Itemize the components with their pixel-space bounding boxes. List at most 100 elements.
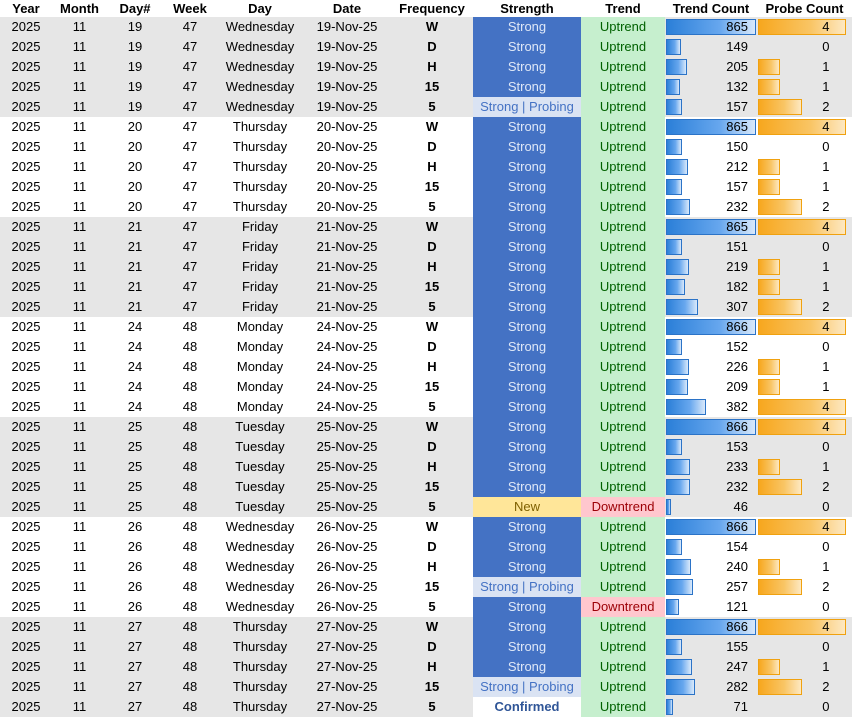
cell-trend-count[interactable]: 46 [665, 497, 757, 517]
cell-probe-count[interactable]: 2 [757, 577, 852, 597]
cell-trend[interactable]: Uptrend [581, 397, 665, 417]
cell-year[interactable]: 2025 [0, 277, 52, 297]
cell-month[interactable]: 11 [52, 457, 107, 477]
cell-probe-count[interactable]: 0 [757, 437, 852, 457]
cell-frequency[interactable]: W [391, 417, 473, 437]
cell-year[interactable]: 2025 [0, 617, 52, 637]
cell-trend[interactable]: Uptrend [581, 257, 665, 277]
cell-day-number[interactable]: 21 [107, 257, 163, 277]
cell-probe-count[interactable]: 2 [757, 477, 852, 497]
cell-day[interactable]: Thursday [217, 677, 303, 697]
cell-year[interactable]: 2025 [0, 17, 52, 37]
cell-week[interactable]: 48 [163, 577, 217, 597]
cell-date[interactable]: 25-Nov-25 [303, 477, 391, 497]
cell-trend-count[interactable]: 152 [665, 337, 757, 357]
cell-year[interactable]: 2025 [0, 497, 52, 517]
header-day-number[interactable]: Day# [107, 0, 163, 17]
cell-day[interactable]: Thursday [217, 657, 303, 677]
cell-date[interactable]: 20-Nov-25 [303, 157, 391, 177]
cell-strength[interactable]: Strong [473, 517, 581, 537]
cell-strength[interactable]: Strong [473, 157, 581, 177]
cell-strength[interactable]: Strong [473, 137, 581, 157]
cell-frequency[interactable]: 15 [391, 277, 473, 297]
cell-date[interactable]: 25-Nov-25 [303, 417, 391, 437]
cell-frequency[interactable]: 15 [391, 177, 473, 197]
cell-day-number[interactable]: 20 [107, 117, 163, 137]
cell-probe-count[interactable]: 0 [757, 337, 852, 357]
header-trend[interactable]: Trend [581, 0, 665, 17]
cell-week[interactable]: 48 [163, 597, 217, 617]
cell-strength[interactable]: Strong [473, 197, 581, 217]
cell-frequency[interactable]: D [391, 337, 473, 357]
cell-year[interactable]: 2025 [0, 57, 52, 77]
cell-week[interactable]: 48 [163, 537, 217, 557]
cell-day[interactable]: Wednesday [217, 97, 303, 117]
cell-day-number[interactable]: 26 [107, 537, 163, 557]
cell-trend-count[interactable]: 257 [665, 577, 757, 597]
cell-frequency[interactable]: H [391, 357, 473, 377]
cell-week[interactable]: 48 [163, 657, 217, 677]
cell-trend[interactable]: Uptrend [581, 277, 665, 297]
cell-trend[interactable]: Uptrend [581, 237, 665, 257]
cell-date[interactable]: 24-Nov-25 [303, 317, 391, 337]
cell-day-number[interactable]: 21 [107, 277, 163, 297]
cell-probe-count[interactable]: 1 [757, 357, 852, 377]
cell-year[interactable]: 2025 [0, 297, 52, 317]
cell-probe-count[interactable]: 2 [757, 197, 852, 217]
cell-frequency[interactable]: W [391, 317, 473, 337]
cell-probe-count[interactable]: 0 [757, 237, 852, 257]
cell-day-number[interactable]: 25 [107, 457, 163, 477]
cell-date[interactable]: 20-Nov-25 [303, 197, 391, 217]
cell-date[interactable]: 27-Nov-25 [303, 637, 391, 657]
cell-trend[interactable]: Uptrend [581, 517, 665, 537]
cell-date[interactable]: 24-Nov-25 [303, 337, 391, 357]
cell-strength[interactable]: Strong [473, 177, 581, 197]
cell-day-number[interactable]: 20 [107, 197, 163, 217]
cell-week[interactable]: 48 [163, 497, 217, 517]
cell-trend[interactable]: Uptrend [581, 417, 665, 437]
cell-week[interactable]: 47 [163, 297, 217, 317]
cell-day-number[interactable]: 27 [107, 637, 163, 657]
cell-trend[interactable]: Uptrend [581, 557, 665, 577]
cell-frequency[interactable]: W [391, 517, 473, 537]
cell-month[interactable]: 11 [52, 657, 107, 677]
cell-day[interactable]: Thursday [217, 157, 303, 177]
cell-trend[interactable]: Uptrend [581, 537, 665, 557]
cell-day-number[interactable]: 26 [107, 557, 163, 577]
cell-date[interactable]: 20-Nov-25 [303, 177, 391, 197]
cell-week[interactable]: 47 [163, 17, 217, 37]
cell-month[interactable]: 11 [52, 77, 107, 97]
cell-strength[interactable]: Strong [473, 457, 581, 477]
cell-day[interactable]: Friday [217, 297, 303, 317]
cell-strength[interactable]: Strong | Probing [473, 677, 581, 697]
cell-probe-count[interactable]: 2 [757, 297, 852, 317]
cell-trend-count[interactable]: 865 [665, 117, 757, 137]
cell-strength[interactable]: Strong [473, 57, 581, 77]
cell-frequency[interactable]: 15 [391, 577, 473, 597]
cell-probe-count[interactable]: 4 [757, 217, 852, 237]
cell-day[interactable]: Wednesday [217, 537, 303, 557]
cell-date[interactable]: 21-Nov-25 [303, 277, 391, 297]
cell-day-number[interactable]: 25 [107, 437, 163, 457]
cell-probe-count[interactable]: 2 [757, 677, 852, 697]
cell-probe-count[interactable]: 1 [757, 457, 852, 477]
cell-year[interactable]: 2025 [0, 697, 52, 717]
cell-day[interactable]: Wednesday [217, 557, 303, 577]
cell-trend[interactable]: Uptrend [581, 637, 665, 657]
cell-day-number[interactable]: 19 [107, 17, 163, 37]
cell-probe-count[interactable]: 1 [757, 77, 852, 97]
cell-week[interactable]: 47 [163, 177, 217, 197]
cell-trend-count[interactable]: 233 [665, 457, 757, 477]
cell-trend-count[interactable]: 121 [665, 597, 757, 617]
cell-trend[interactable]: Uptrend [581, 157, 665, 177]
header-date[interactable]: Date [303, 0, 391, 17]
cell-year[interactable]: 2025 [0, 657, 52, 677]
cell-year[interactable]: 2025 [0, 117, 52, 137]
cell-frequency[interactable]: D [391, 137, 473, 157]
cell-trend[interactable]: Uptrend [581, 617, 665, 637]
cell-day[interactable]: Thursday [217, 177, 303, 197]
cell-week[interactable]: 47 [163, 57, 217, 77]
cell-week[interactable]: 48 [163, 357, 217, 377]
cell-day-number[interactable]: 19 [107, 37, 163, 57]
cell-date[interactable]: 25-Nov-25 [303, 457, 391, 477]
